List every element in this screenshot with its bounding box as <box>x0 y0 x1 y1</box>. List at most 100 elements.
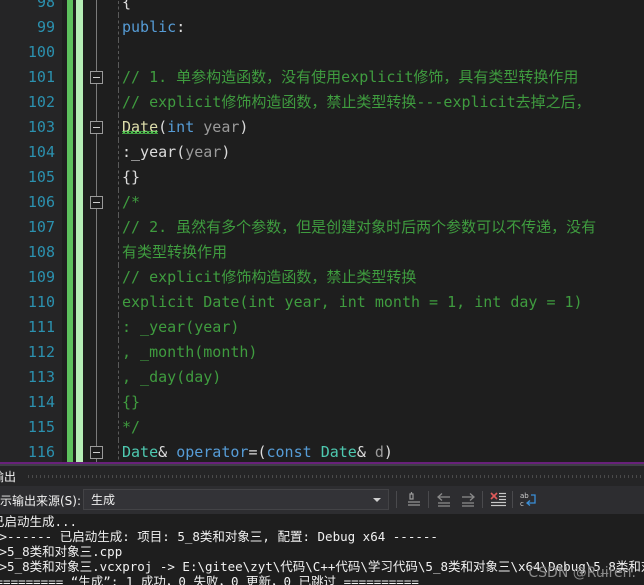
code-line[interactable]: 112 , _month(month) <box>0 340 644 365</box>
code-text: explicit Date(int year, int month = 1, i… <box>122 290 583 315</box>
code-text-cell: Date(int year) <box>108 115 644 140</box>
code-line[interactable]: 103 Date(int year) <box>0 115 644 140</box>
code-token: Date <box>320 443 357 461</box>
navigate-forward-icon[interactable] <box>458 490 480 510</box>
code-line[interactable]: 98 { <box>0 0 644 15</box>
code-text-cell: */ <box>108 415 644 440</box>
code-line[interactable]: 110 explicit Date(int year, int month = 1… <box>0 290 644 315</box>
indent-guide <box>118 140 119 165</box>
indent-guide <box>118 0 119 15</box>
change-bar <box>62 240 86 265</box>
csdn-watermark: CSDN @Ruiren. <box>528 565 636 581</box>
code-line[interactable]: 116 Date& operator=(const Date& d) <box>0 440 644 462</box>
code-token: Date <box>122 118 159 136</box>
line-number: 111 <box>0 315 62 340</box>
code-text-cell: :_year(year) <box>108 140 644 165</box>
code-editor[interactable]: 98 {99 public: 100 101 // 1. 单参构造函数，没有使用expli… <box>0 0 644 462</box>
change-bar <box>62 90 86 115</box>
code-token: public <box>122 18 177 36</box>
code-text-inner: // 2. 虽然有多个参数，但是创建对象时后两个参数可以不传递，没有 <box>108 215 644 240</box>
collapse-toggle-icon[interactable] <box>86 115 108 140</box>
code-line[interactable]: 114 {} <box>0 390 644 415</box>
output-panel-header: 输出 <box>0 466 644 486</box>
code-text-inner <box>108 40 644 65</box>
clear-all-icon[interactable] <box>404 490 426 510</box>
code-line[interactable]: 105 {} <box>0 165 644 190</box>
code-token: , _day(day) <box>122 368 222 386</box>
code-text-inner: public: <box>108 15 644 40</box>
code-text-inner: Date(int year) <box>108 115 644 140</box>
code-lines-container: 98 {99 public: 100 101 // 1. 单参构造函数，没有使用expli… <box>0 0 644 462</box>
code-line[interactable]: 101 // 1. 单参构造函数，没有使用explicit修饰，具有类型转换作用 <box>0 65 644 90</box>
code-token: d <box>374 443 384 461</box>
word-wrap-icon[interactable]: ab c <box>518 490 540 510</box>
code-token: ) <box>221 143 231 161</box>
chevron-down-icon <box>373 498 381 502</box>
code-token: & <box>356 443 375 461</box>
indent-guide <box>118 65 119 90</box>
code-text: , _month(month) <box>122 340 257 365</box>
code-text: */ <box>122 415 140 440</box>
svg-text:c: c <box>520 500 524 508</box>
code-token: // explicit修饰构造函数，禁止类型转换---explicit去掉之后， <box>122 93 591 111</box>
code-token: 有类型转换作用 <box>122 243 228 261</box>
toolbar-separator <box>428 491 429 508</box>
collapse-toggle-icon[interactable] <box>86 65 108 90</box>
output-source-select[interactable]: 生成 <box>83 489 389 510</box>
indent-guide <box>118 90 119 115</box>
change-bar <box>62 40 86 65</box>
indent-guide <box>118 115 119 140</box>
line-number: 114 <box>0 390 62 415</box>
outline-guide <box>86 390 108 415</box>
output-line: 1>------ 已启动生成: 项目: 5_8类和对象三, 配置: Debug … <box>0 529 438 544</box>
code-line[interactable]: 113 , _day(day) <box>0 365 644 390</box>
code-text: // 1. 单参构造函数，没有使用explicit修饰，具有类型转换作用 <box>122 65 578 90</box>
collapse-toggle-icon[interactable] <box>86 190 108 215</box>
change-bar <box>62 415 86 440</box>
code-token: // explicit修饰构造函数，禁止类型转换 <box>122 268 417 286</box>
change-bar <box>62 390 86 415</box>
code-line[interactable]: 104:_year(year) <box>0 140 644 165</box>
code-token: /* <box>122 193 141 211</box>
code-line[interactable]: 99 public: <box>0 15 644 40</box>
change-bar <box>62 15 86 40</box>
code-line[interactable]: 108 有类型转换作用 <box>0 240 644 265</box>
line-number: 107 <box>0 215 62 240</box>
toggle-message-icon[interactable] <box>488 490 510 510</box>
toolbar-separator <box>512 491 513 508</box>
code-text-cell: 有类型转换作用 <box>108 240 644 265</box>
code-line[interactable]: 102 // explicit修饰构造函数，禁止类型转换---explicit去掉… <box>0 90 644 115</box>
code-text-inner: , _day(day) <box>108 365 644 390</box>
change-bar <box>62 140 86 165</box>
change-bar <box>62 365 86 390</box>
output-line: ========== “生成”: 1 成功，0 失败，0 更新，0 已跳过 ==… <box>0 574 419 585</box>
code-line[interactable]: 111 : _year(year) <box>0 315 644 340</box>
code-line[interactable]: 100 <box>0 40 644 65</box>
outline-guide <box>86 290 108 315</box>
code-token: year <box>203 118 240 136</box>
code-line[interactable]: 109 // explicit修饰构造函数，禁止类型转换 <box>0 265 644 290</box>
line-number: 115 <box>0 415 62 440</box>
collapse-toggle-icon[interactable] <box>86 440 108 462</box>
outline-guide <box>86 215 108 240</box>
code-line[interactable]: 107 // 2. 虽然有多个参数，但是创建对象时后两个参数可以不传递，没有 <box>0 215 644 240</box>
outline-guide <box>86 315 108 340</box>
code-text-inner: // explicit修饰构造函数，禁止类型转换 <box>108 265 644 290</box>
code-token: & <box>158 443 177 461</box>
output-source-value: 生成 <box>91 493 116 507</box>
code-token: : _year(year) <box>122 318 240 336</box>
change-bar <box>62 315 86 340</box>
code-line[interactable]: 106 /* <box>0 190 644 215</box>
panel-drag-dots <box>28 475 644 478</box>
code-token: ) <box>239 118 249 136</box>
code-line[interactable]: 115 */ <box>0 415 644 440</box>
code-text: :_year(year) <box>122 140 230 165</box>
code-token: ( <box>158 118 168 136</box>
code-token: operator <box>176 443 249 461</box>
indent-guide <box>118 440 119 462</box>
code-text-inner: // explicit修饰构造函数，禁止类型转换---explicit去掉之后， <box>108 90 644 115</box>
navigate-backward-icon[interactable] <box>434 490 456 510</box>
code-token: { <box>122 0 132 11</box>
code-token: =( <box>248 443 267 461</box>
